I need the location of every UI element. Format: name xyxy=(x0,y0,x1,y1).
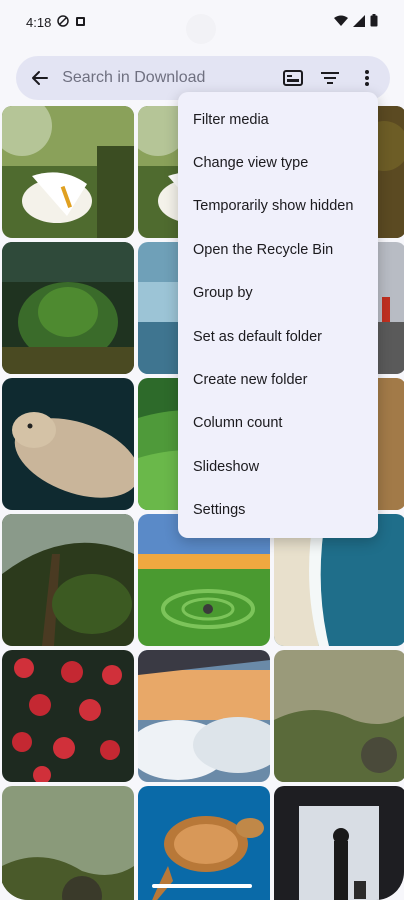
camera-cutout xyxy=(186,14,216,44)
menu-item-column-count[interactable]: Column count xyxy=(178,402,378,445)
more-vert-icon[interactable] xyxy=(353,62,380,94)
media-view-icon[interactable] xyxy=(279,62,306,94)
menu-item-filter-media[interactable]: Filter media xyxy=(178,98,378,141)
back-arrow-icon[interactable] xyxy=(30,66,50,90)
phone-screen: 4:18 Search in Download Filter media Cha… xyxy=(0,0,404,900)
signal-icon xyxy=(353,14,365,30)
thumbnail[interactable] xyxy=(2,650,134,782)
thumbnail[interactable] xyxy=(2,378,134,510)
thumbnail[interactable] xyxy=(2,786,134,900)
thumbnail[interactable] xyxy=(2,106,134,238)
home-indicator[interactable] xyxy=(152,884,252,888)
thumbnail[interactable] xyxy=(274,786,404,900)
thumbnail[interactable] xyxy=(2,514,134,646)
menu-item-slideshow[interactable]: Slideshow xyxy=(178,445,378,488)
dnd-icon xyxy=(57,14,70,30)
menu-item-temporarily-show-hidden[interactable]: Temporarily show hidden xyxy=(178,185,378,228)
thumbnail[interactable] xyxy=(138,650,270,782)
menu-item-change-view-type[interactable]: Change view type xyxy=(178,141,378,184)
wifi-icon xyxy=(334,15,348,30)
menu-item-open-recycle-bin[interactable]: Open the Recycle Bin xyxy=(178,228,378,271)
menu-item-set-default-folder[interactable]: Set as default folder xyxy=(178,315,378,358)
search-input[interactable] xyxy=(62,69,270,87)
menu-item-group-by[interactable]: Group by xyxy=(178,272,378,315)
notification-icon xyxy=(75,15,86,30)
thumbnail[interactable] xyxy=(2,242,134,374)
thumbnail[interactable] xyxy=(138,786,270,900)
menu-item-create-new-folder[interactable]: Create new folder xyxy=(178,358,378,401)
status-time: 4:18 xyxy=(26,14,52,30)
overflow-menu: Filter media Change view type Temporaril… xyxy=(178,92,378,538)
menu-item-settings[interactable]: Settings xyxy=(178,489,378,532)
sort-icon[interactable] xyxy=(316,62,343,94)
battery-icon xyxy=(370,14,378,30)
thumbnail[interactable] xyxy=(274,650,404,782)
